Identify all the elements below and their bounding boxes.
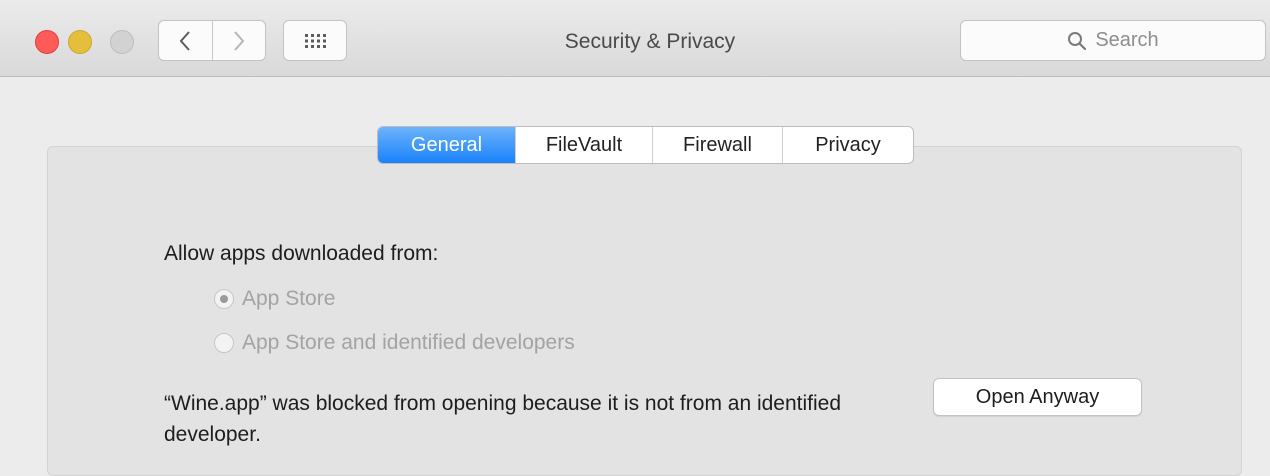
chevron-right-icon (234, 30, 245, 51)
radio-identified-developers-label: App Store and identified developers (242, 331, 575, 354)
close-window-button[interactable] (35, 30, 59, 54)
search-field[interactable]: Search (960, 20, 1266, 61)
back-button[interactable] (159, 21, 212, 60)
search-placeholder: Search (1095, 29, 1159, 51)
blocked-app-message: “Wine.app” was blocked from opening beca… (164, 392, 842, 446)
forward-button[interactable] (211, 21, 266, 60)
show-all-button[interactable] (283, 20, 347, 61)
grid-icon (305, 33, 326, 48)
back-forward-group (158, 20, 266, 61)
tab-firewall[interactable]: Firewall (652, 127, 782, 163)
minimize-window-button[interactable] (68, 30, 92, 54)
radio-button[interactable] (214, 289, 234, 309)
search-icon (1068, 31, 1087, 50)
tab-bar: General FileVault Firewall Privacy (377, 126, 914, 164)
radio-identified-developers[interactable]: App Store and identified developers (214, 331, 575, 355)
allow-apps-label: Allow apps downloaded from: (164, 242, 439, 265)
open-anyway-button[interactable]: Open Anyway (933, 378, 1142, 416)
zoom-window-button[interactable] (110, 30, 134, 54)
tab-general[interactable]: General (378, 127, 515, 163)
window-title: Security & Privacy (564, 30, 736, 53)
radio-app-store[interactable]: App Store (214, 287, 335, 311)
tab-filevault[interactable]: FileVault (515, 127, 652, 163)
radio-button[interactable] (214, 333, 234, 353)
radio-app-store-label: App Store (242, 287, 336, 310)
title-bar: Security & Privacy Search (0, 0, 1270, 77)
chevron-left-icon (179, 30, 190, 51)
radio-selected-dot (220, 295, 228, 303)
tab-privacy[interactable]: Privacy (782, 127, 913, 163)
